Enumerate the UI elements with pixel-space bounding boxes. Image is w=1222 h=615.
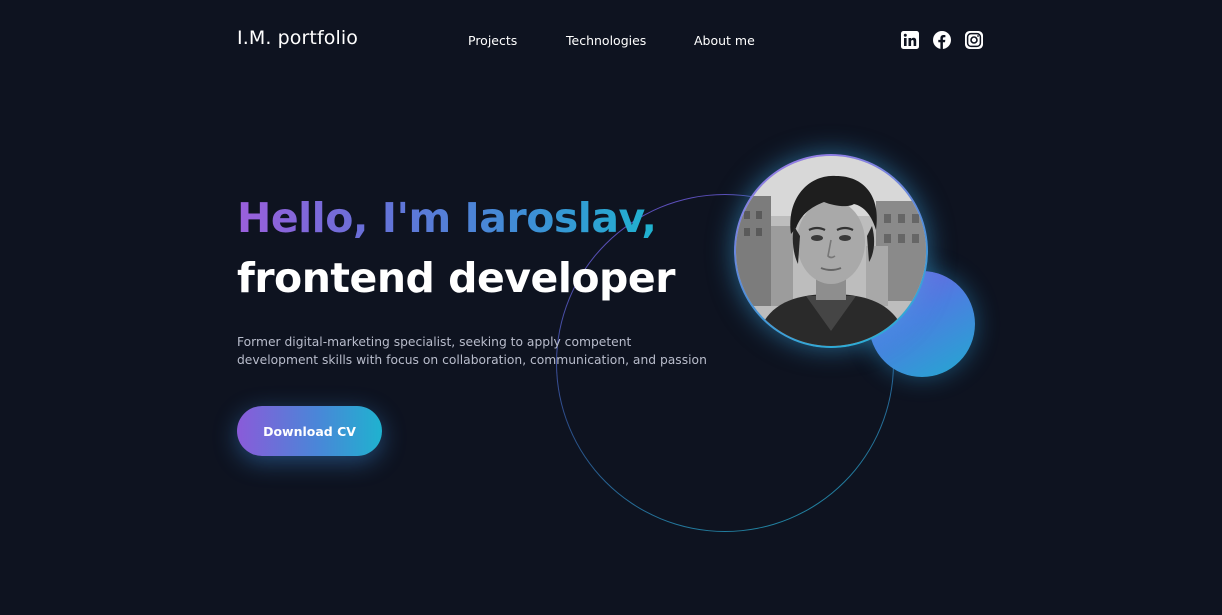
hero-description-line: development skills with focus on collabo…: [237, 352, 707, 367]
nav-link-technologies[interactable]: Technologies: [566, 33, 646, 48]
hero-description-line: Former digital-marketing specialist, see…: [237, 335, 632, 349]
download-cv-button[interactable]: Download CV: [237, 406, 382, 456]
hero-role: frontend developer: [237, 254, 675, 302]
linkedin-icon[interactable]: [901, 31, 919, 49]
nav-link-about-me[interactable]: About me: [694, 33, 755, 48]
nav-link-projects[interactable]: Projects: [468, 33, 517, 48]
main-nav: Projects Technologies About me: [0, 33, 1222, 53]
instagram-icon[interactable]: [965, 31, 983, 49]
profile-photo: [736, 156, 926, 346]
hero-description: Former digital-marketing specialist, see…: [237, 334, 707, 369]
profile-photo-frame: [734, 154, 928, 348]
facebook-icon[interactable]: [933, 31, 951, 49]
hero-greeting: Hello, I'm Iaroslav,: [237, 194, 657, 242]
